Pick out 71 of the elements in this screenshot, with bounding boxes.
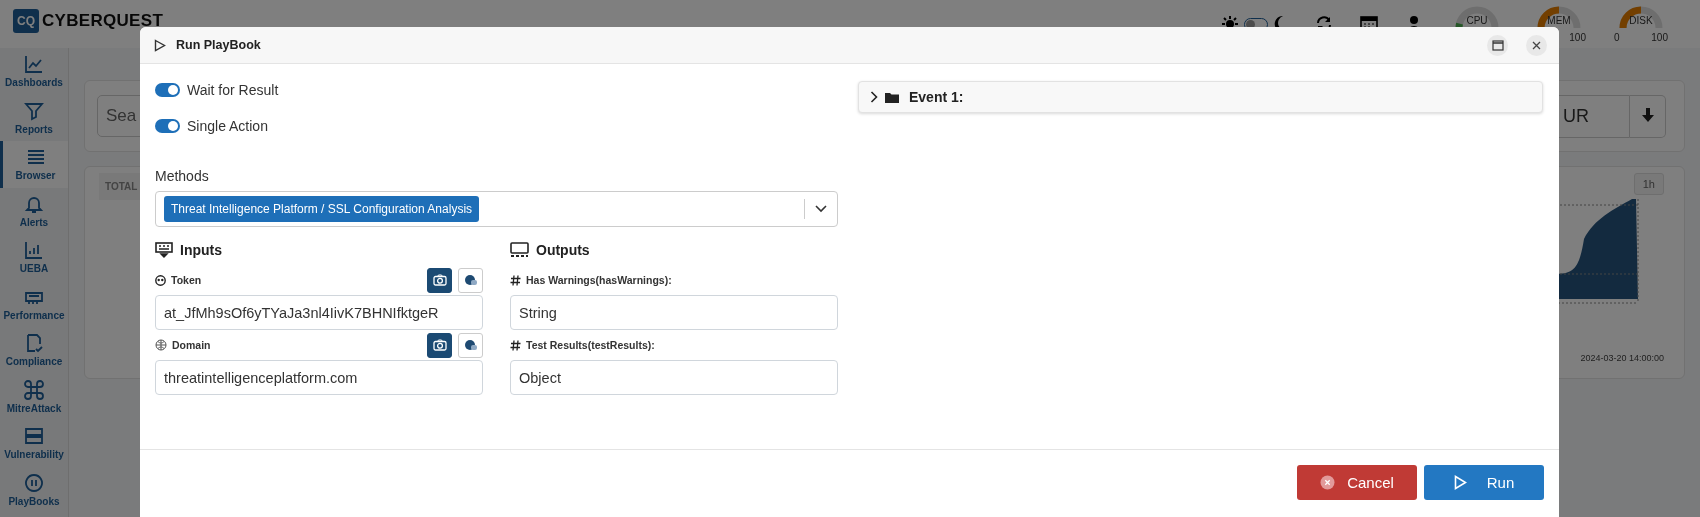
play-icon xyxy=(1453,475,1467,490)
sidebar-item[interactable]: UEBA xyxy=(0,234,68,281)
download-button[interactable] xyxy=(1630,94,1666,138)
server-icon xyxy=(24,426,44,447)
filter-icon xyxy=(24,100,44,121)
arrow-down-icon xyxy=(1641,107,1654,122)
clipboard-check-icon xyxy=(24,333,44,354)
output-field[interactable]: Object xyxy=(510,360,838,395)
inputs-heading: Inputs xyxy=(180,242,222,258)
camera-button[interactable] xyxy=(427,267,452,293)
toggle-label: Wait for Result xyxy=(187,82,279,98)
toggle-mode-button[interactable] xyxy=(458,267,483,293)
methods-label: Methods xyxy=(155,168,210,184)
camera-icon xyxy=(432,339,447,351)
gauge-label: CPU xyxy=(1466,15,1488,26)
logo-mark: CQ xyxy=(13,9,39,33)
hash-icon xyxy=(510,274,521,286)
gauge-label: DISK xyxy=(1629,15,1653,26)
range-button[interactable]: 1h xyxy=(1633,173,1664,195)
command-icon xyxy=(24,379,44,400)
sidebar-item[interactable]: Alerts xyxy=(0,187,68,234)
keyboard-icon xyxy=(155,242,173,258)
sidebar-item[interactable]: Performance xyxy=(0,280,68,327)
camera-icon xyxy=(432,274,447,286)
close-circle-icon xyxy=(1320,475,1336,490)
monitor-icon xyxy=(510,242,529,258)
chevron-icon xyxy=(870,91,878,103)
outputs-heading: Outputs xyxy=(536,242,590,258)
sidebar-item[interactable]: Reports xyxy=(0,94,68,141)
close-button[interactable] xyxy=(1526,34,1547,56)
methods-select[interactable]: Threat Intelligence Platform / SSL Configuration Analysis xyxy=(155,191,838,227)
mask-icon xyxy=(155,274,166,286)
run-button[interactable]: Run xyxy=(1424,465,1544,500)
event-panel[interactable]: Event 1: xyxy=(858,81,1543,113)
sidebar-item[interactable]: MitreAttack xyxy=(0,373,68,420)
window-icon xyxy=(1491,39,1504,51)
cancel-button[interactable]: Cancel xyxy=(1297,465,1417,500)
field-label: Domain xyxy=(172,339,211,351)
chart-icon xyxy=(24,54,44,75)
camera-button[interactable] xyxy=(427,332,452,358)
sidebar-item[interactable]: Compliance xyxy=(0,327,68,374)
method-tag: Threat Intelligence Platform / SSL Configuration Analysis xyxy=(164,196,480,222)
globe-icon xyxy=(155,339,167,351)
logo-name: CYBERQUEST xyxy=(42,11,164,31)
chevron-down-icon xyxy=(815,205,827,213)
dialog-title: Run PlayBook xyxy=(176,38,262,52)
play-icon xyxy=(154,38,166,52)
toggle-label: Single Action xyxy=(187,118,268,134)
gauge-label: MEM xyxy=(1547,15,1571,26)
sidebar-item[interactable]: PlayBooks xyxy=(0,466,68,513)
input-field[interactable]: threatintelligenceplatform.com xyxy=(155,360,483,395)
field-label: Token xyxy=(171,274,202,286)
folder-icon xyxy=(885,91,899,103)
gauge-max: 100 xyxy=(1569,32,1586,43)
toggle-mode-button[interactable] xyxy=(458,332,483,358)
field-label: Has Warnings(hasWarnings): xyxy=(526,274,672,286)
sidebar-item[interactable]: Browser xyxy=(0,141,68,188)
hash-icon xyxy=(510,339,521,351)
input-field[interactable]: at_JfMh9sOf6yTYaJa3nl4IivK7BHNIfktgeR xyxy=(155,295,483,330)
output-field[interactable]: String xyxy=(510,295,838,330)
maximize-button[interactable] xyxy=(1487,34,1508,56)
toggle-switch[interactable] xyxy=(155,83,180,97)
gauge-max: 100 xyxy=(1651,32,1668,43)
gauge-min: 0 xyxy=(1614,32,1620,43)
axis-label: 2024-03-20 14:00:00 xyxy=(1580,353,1664,363)
close-icon xyxy=(1532,40,1541,50)
bar-chart-icon xyxy=(24,240,44,261)
field-label: Test Results(testResults): xyxy=(526,339,655,351)
sidebar-item[interactable]: Dashboards xyxy=(0,48,68,95)
sidebar-item[interactable]: Vulnerability xyxy=(0,420,68,467)
toggle-switch[interactable] xyxy=(155,119,180,133)
